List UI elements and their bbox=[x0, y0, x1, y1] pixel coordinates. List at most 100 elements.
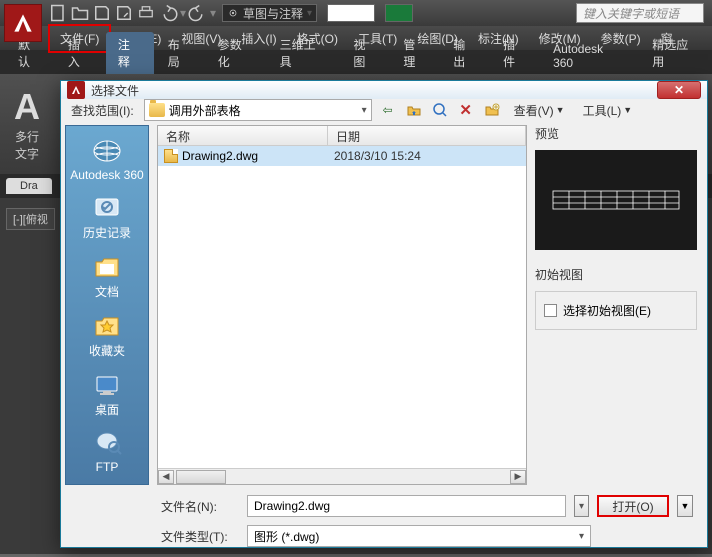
app-icon bbox=[67, 81, 85, 99]
chevron-down-icon: ▾ bbox=[307, 8, 312, 19]
place-item[interactable]: 收藏夹 bbox=[66, 306, 148, 363]
ribbon-tab[interactable]: Autodesk 360 bbox=[541, 38, 638, 74]
scroll-right-button[interactable]: ▶ bbox=[510, 470, 526, 484]
place-icon bbox=[90, 428, 124, 458]
delete-button[interactable]: ✕ bbox=[456, 100, 476, 120]
initial-view-checkbox[interactable] bbox=[544, 304, 557, 317]
search-web-button[interactable] bbox=[430, 100, 450, 120]
place-item[interactable]: 历史记录 bbox=[66, 188, 148, 245]
undo-icon[interactable] bbox=[158, 3, 178, 23]
document-tab[interactable]: Dra bbox=[6, 178, 52, 194]
ribbon-tab[interactable]: 参数化 bbox=[206, 32, 266, 74]
ribbon-tab[interactable]: 管理 bbox=[391, 32, 439, 74]
ribbon-group-text[interactable]: A 多行 文字 bbox=[6, 80, 48, 168]
place-label: 收藏夹 bbox=[89, 342, 125, 359]
preview-thumbnail bbox=[535, 150, 697, 250]
ribbon-tab[interactable]: 三维工具 bbox=[268, 32, 340, 74]
ribbon-tabs: 默认插入注释布局参数化三维工具视图管理输出插件Autodesk 360精选应用 bbox=[0, 50, 712, 74]
ribbon-tab[interactable]: 精选应用 bbox=[640, 32, 712, 74]
back-button[interactable]: ⇦ bbox=[378, 100, 398, 120]
place-label: 历史记录 bbox=[83, 224, 131, 241]
filename-label: 文件名(N): bbox=[161, 498, 239, 515]
file-list-header: 名称 日期 bbox=[158, 126, 526, 146]
select-file-dialog: 选择文件 ✕ 查找范围(I): 调用外部表格 ▾ ⇦ ✕ 查看(V)▼ 工具(L… bbox=[60, 80, 708, 548]
places-bar: Autodesk 360 历史记录文档收藏夹桌面 FTP bbox=[65, 125, 149, 485]
ribbon-tab[interactable]: 输出 bbox=[441, 32, 489, 74]
initial-view-label: 初始视图 bbox=[535, 266, 697, 283]
lookin-value: 调用外部表格 bbox=[169, 102, 241, 119]
filetype-dropdown[interactable]: 图形 (*.dwg)▾ bbox=[247, 525, 591, 547]
gear-icon bbox=[227, 7, 239, 19]
ribbon-label: 文字 bbox=[15, 145, 39, 162]
place-item[interactable]: 桌面 bbox=[66, 365, 148, 422]
chevron-down-icon: ▾ bbox=[579, 531, 584, 542]
file-name: Drawing2.dwg bbox=[182, 149, 258, 163]
open-dropdown[interactable]: ▼ bbox=[677, 495, 693, 517]
dropdown-icon[interactable]: ▾ bbox=[210, 6, 216, 20]
filetype-label: 文件类型(T): bbox=[161, 528, 239, 545]
initial-view-check-label: 选择初始视图(E) bbox=[563, 302, 651, 319]
place-label: FTP bbox=[96, 460, 119, 474]
place-icon bbox=[90, 192, 124, 222]
open-icon[interactable] bbox=[70, 3, 90, 23]
file-date: 2018/3/10 15:24 bbox=[328, 149, 526, 163]
horizontal-scrollbar[interactable]: ◀ ▶ bbox=[158, 468, 526, 484]
file-list[interactable]: 名称 日期 Drawing2.dwg 2018/3/10 15:24 ◀ ▶ bbox=[157, 125, 527, 485]
dialog-titlebar: 选择文件 ✕ bbox=[61, 81, 707, 99]
place-icon bbox=[90, 369, 124, 399]
place-item[interactable]: FTP bbox=[66, 424, 148, 478]
scroll-left-button[interactable]: ◀ bbox=[158, 470, 174, 484]
column-name[interactable]: 名称 bbox=[158, 126, 328, 145]
dropdown-icon[interactable]: ▾ bbox=[180, 6, 186, 20]
viewport-label[interactable]: [-][俯视 bbox=[6, 208, 55, 230]
preview-panel: 预览 初始视图 选择初始视图(E) bbox=[535, 125, 697, 485]
dialog-toolbar: 查找范围(I): 调用外部表格 ▾ ⇦ ✕ 查看(V)▼ 工具(L)▼ bbox=[61, 99, 707, 121]
print-icon[interactable] bbox=[136, 3, 156, 23]
filename-history-dropdown[interactable]: ▾ bbox=[574, 495, 589, 517]
ribbon-tab[interactable]: 插件 bbox=[491, 32, 539, 74]
place-label: 桌面 bbox=[95, 401, 119, 418]
column-date[interactable]: 日期 bbox=[328, 126, 526, 145]
initial-view-group: 选择初始视图(E) bbox=[535, 291, 697, 330]
chevron-down-icon: ▾ bbox=[362, 105, 367, 116]
workspace-dropdown[interactable]: 草图与注释 ▾ bbox=[222, 4, 317, 22]
color-swatch-green[interactable] bbox=[385, 4, 413, 22]
ribbon-tab[interactable]: 注释 bbox=[106, 32, 154, 74]
preview-label: 预览 bbox=[535, 125, 697, 142]
app-logo[interactable] bbox=[4, 4, 42, 42]
up-folder-button[interactable] bbox=[404, 100, 424, 120]
redo-icon[interactable] bbox=[188, 3, 208, 23]
place-item[interactable]: Autodesk 360 bbox=[66, 132, 148, 186]
ribbon-tab[interactable]: 布局 bbox=[156, 32, 204, 74]
file-row[interactable]: Drawing2.dwg 2018/3/10 15:24 bbox=[158, 146, 526, 166]
view-menu[interactable]: 查看(V)▼ bbox=[508, 100, 571, 121]
close-button[interactable]: ✕ bbox=[657, 81, 701, 99]
dwg-file-icon bbox=[164, 149, 178, 163]
dialog-title: 选择文件 bbox=[91, 82, 651, 99]
place-icon bbox=[90, 310, 124, 340]
place-icon bbox=[90, 251, 124, 281]
scroll-thumb[interactable] bbox=[176, 470, 226, 484]
tools-menu[interactable]: 工具(L)▼ bbox=[577, 100, 639, 121]
ribbon-tab[interactable]: 视图 bbox=[341, 32, 389, 74]
place-icon bbox=[90, 136, 124, 166]
ribbon-label: 多行 bbox=[15, 128, 39, 145]
dialog-footer: 文件名(N): Drawing2.dwg ▾ 打开(O) ▼ 文件类型(T): … bbox=[61, 489, 707, 557]
save-icon[interactable] bbox=[92, 3, 112, 23]
lookin-label: 查找范围(I): bbox=[71, 102, 134, 119]
search-input[interactable]: 键入关键字或短语 bbox=[576, 3, 704, 23]
filename-input[interactable]: Drawing2.dwg bbox=[247, 495, 566, 517]
place-label: 文档 bbox=[95, 283, 119, 300]
place-item[interactable]: 文档 bbox=[66, 247, 148, 304]
place-label: Autodesk 360 bbox=[70, 168, 143, 182]
new-icon[interactable] bbox=[48, 3, 68, 23]
workspace-label: 草图与注释 bbox=[243, 5, 303, 22]
color-swatch-white[interactable] bbox=[327, 4, 375, 22]
quick-access-toolbar: ▾ ▾ 草图与注释 ▾ 键入关键字或短语 bbox=[0, 0, 712, 26]
folder-icon bbox=[149, 103, 165, 117]
ribbon-tab[interactable]: 插入 bbox=[56, 32, 104, 74]
open-button[interactable]: 打开(O) bbox=[597, 495, 669, 517]
lookin-dropdown[interactable]: 调用外部表格 ▾ bbox=[144, 99, 372, 121]
saveas-icon[interactable] bbox=[114, 3, 134, 23]
new-folder-button[interactable] bbox=[482, 100, 502, 120]
